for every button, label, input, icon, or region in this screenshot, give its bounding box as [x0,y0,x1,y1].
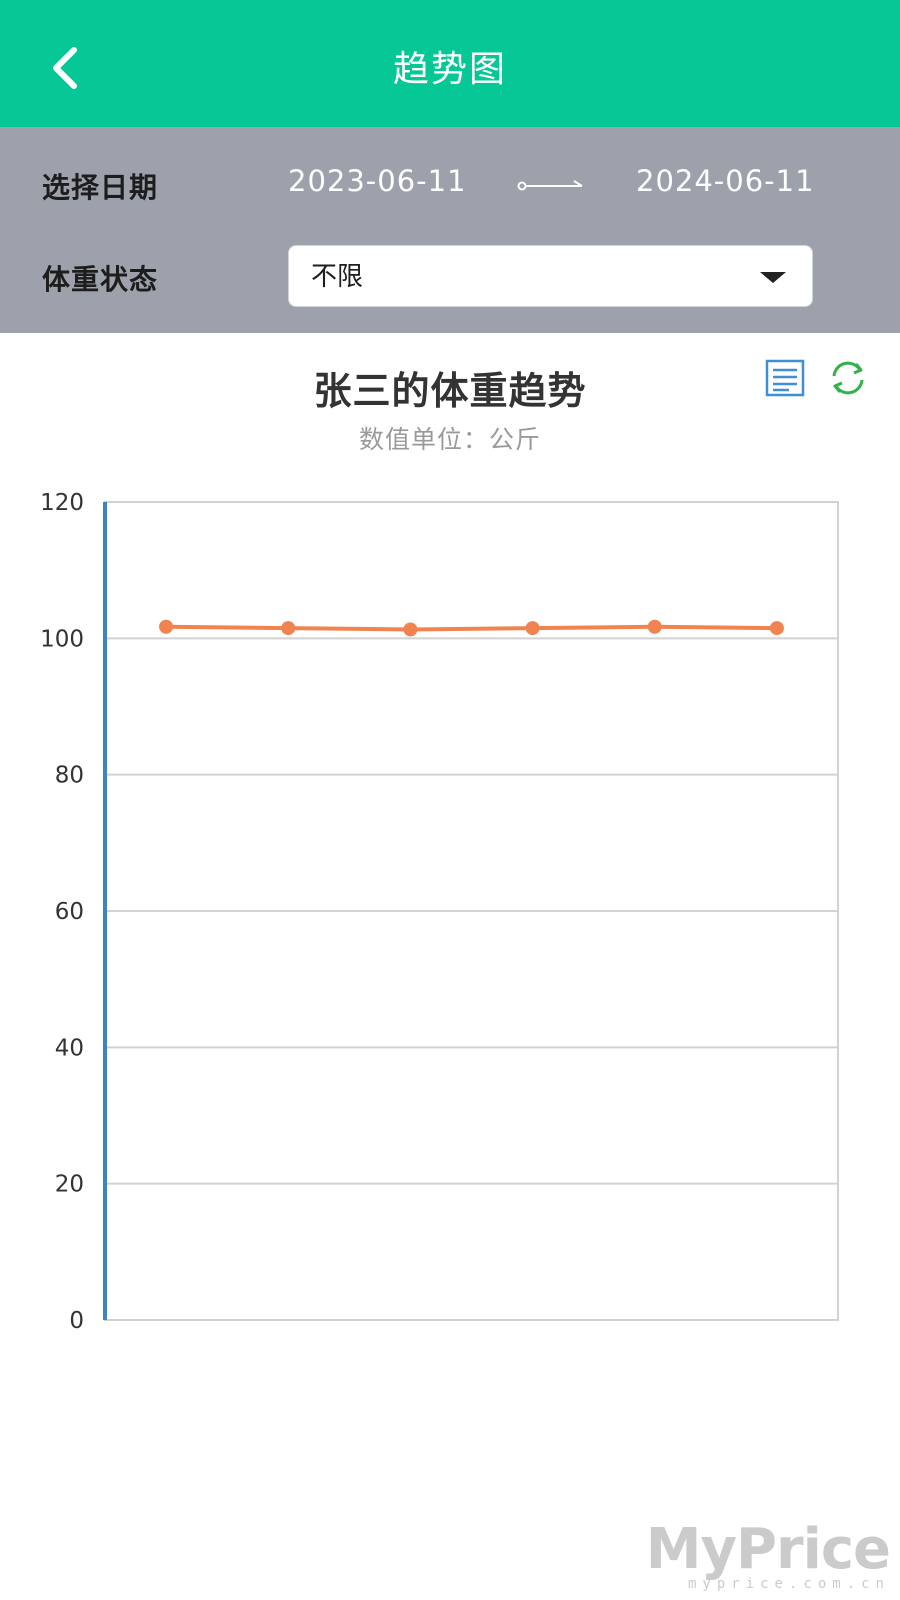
app-header: 趋势图 [0,0,900,127]
y-tick-label: 120 [40,490,84,516]
series-line [166,624,777,632]
y-tick-label: 100 [40,626,84,652]
y-tick-label: 0 [69,1308,84,1334]
refresh-icon[interactable] [826,356,870,400]
data-point [647,619,662,634]
weight-status-select[interactable]: 不限 [288,245,813,307]
chart-subtitle: 数值单位：公斤 [358,425,541,454]
data-point [525,621,540,636]
dropdown-caret-icon [760,272,786,283]
watermark: MyPrice myprice.com.cn [645,1517,891,1592]
y-tick-label: 60 [55,899,84,925]
watermark-logo: MyPrice [645,1517,891,1582]
data-point [281,621,296,636]
weight-status-value: 不限 [311,262,364,292]
weight-status-label: 体重状态 [42,263,159,296]
data-point [159,619,174,634]
date-range-arrow-icon [517,180,583,191]
end-date-field[interactable]: 2024-06-11 [636,164,815,198]
data-point [403,622,418,637]
data-point [769,621,784,636]
page-title: 趋势图 [392,49,507,90]
weight-trend-chart: 0 20 40 60 80 100 120 [40,490,839,1334]
y-tick-label: 40 [55,1035,84,1061]
date-filter-label: 选择日期 [42,171,159,204]
y-tick-label: 20 [55,1172,84,1198]
y-tick-label: 80 [55,763,84,789]
start-date-field[interactable]: 2023-06-11 [288,164,467,198]
list-icon[interactable] [763,356,807,400]
